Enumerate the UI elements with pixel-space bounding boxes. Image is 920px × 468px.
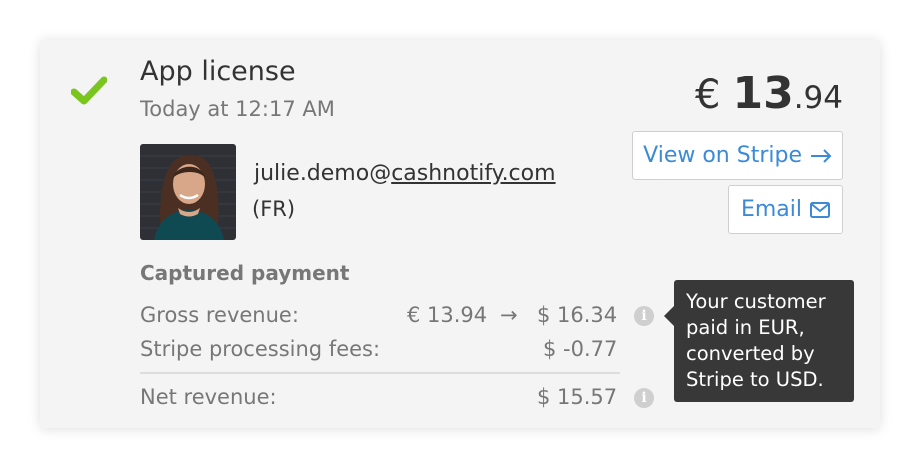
checkmark-icon: [71, 76, 107, 105]
amount-whole: 13: [732, 68, 794, 119]
charge-title: App license: [140, 56, 296, 87]
gross-converted-amount: $ 16.34: [537, 303, 618, 327]
customer-email-user: julie.demo@: [254, 161, 392, 186]
fees-amount: $ -0.77: [543, 337, 618, 361]
gross-original-amount: € 13.94: [407, 303, 488, 327]
charge-amount: €13.94: [695, 68, 843, 119]
charge-card: App license Today at 12:17 AM €13.94 Vie…: [40, 40, 880, 428]
customer-email-domain[interactable]: cashnotify.com: [391, 161, 555, 186]
charge-timestamp: Today at 12:17 AM: [140, 97, 335, 121]
fees-label: Stripe processing fees:: [140, 337, 381, 361]
email-label: Email: [740, 197, 802, 222]
view-on-stripe-button[interactable]: View on Stripe: [632, 131, 843, 180]
net-revenue-amount: $ 15.57: [537, 385, 618, 409]
envelope-icon: [810, 201, 830, 218]
captured-payment-heading: Captured payment: [140, 261, 350, 285]
view-on-stripe-label: View on Stripe: [643, 143, 802, 168]
email-button[interactable]: Email: [727, 185, 843, 234]
info-icon[interactable]: i: [634, 388, 654, 408]
amount-currency: €: [695, 72, 721, 118]
gross-revenue-label: Gross revenue:: [140, 303, 299, 327]
customer-country: (FR): [252, 197, 296, 221]
currency-tooltip: Your customer paid in EUR, converted by …: [664, 280, 854, 402]
customer-email[interactable]: julie.demo@cashnotify.com: [254, 161, 556, 186]
net-revenue-label: Net revenue:: [140, 385, 277, 409]
customer-avatar: [140, 144, 236, 240]
info-icon[interactable]: i: [634, 306, 654, 326]
arrow-right-icon: [810, 148, 832, 163]
amount-decimal: .94: [793, 80, 843, 116]
divider: [140, 372, 620, 374]
conversion-arrow: →: [500, 303, 518, 327]
